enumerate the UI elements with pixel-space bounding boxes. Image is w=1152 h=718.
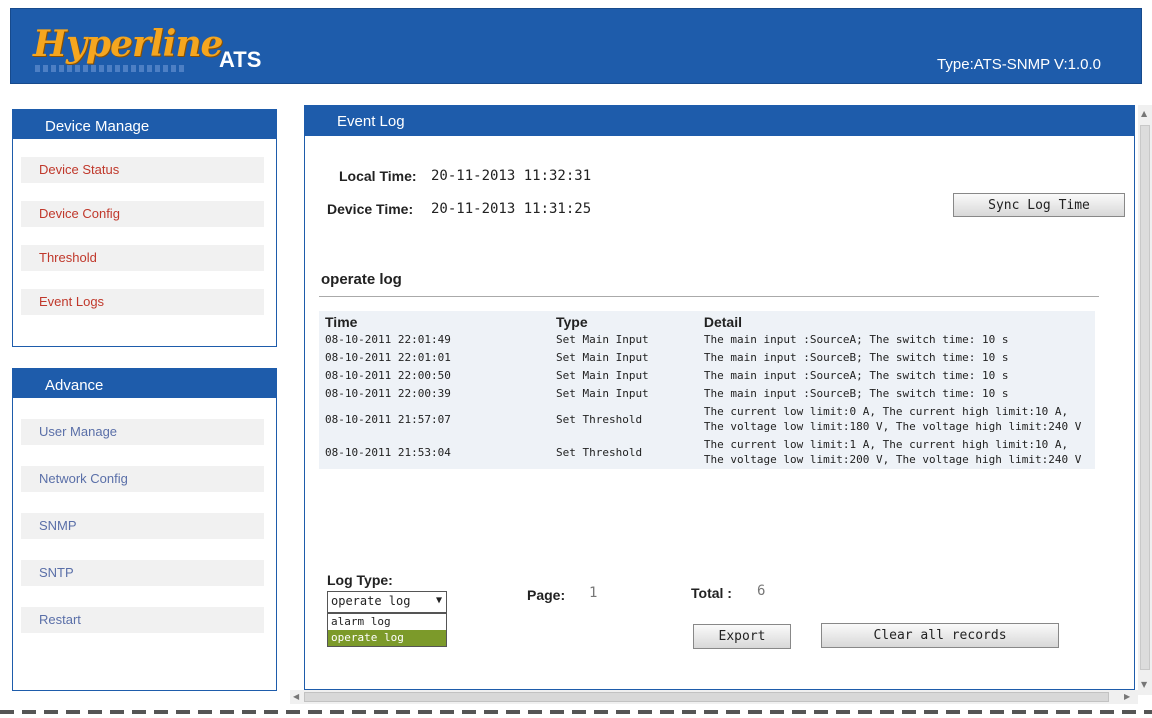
sidebar-item-sntp[interactable]: SNTP <box>21 560 264 586</box>
local-time-label: Local Time: <box>339 168 417 184</box>
local-time-value: 20-11-2013 11:32:31 <box>431 168 592 184</box>
vertical-scroll-thumb[interactable] <box>1140 125 1150 670</box>
row-time: 08-10-2011 22:00:39 <box>325 387 451 400</box>
table-row: 08-10-2011 21:53:04 Set Threshold The cu… <box>319 436 1095 469</box>
header-banner: Hyperline ATS Type:ATS-SNMP V:1.0.0 <box>10 8 1142 84</box>
log-type-option-operate[interactable]: operate log <box>328 630 446 646</box>
scroll-left-icon[interactable]: ◀ <box>293 692 299 701</box>
device-manage-panel: Device Manage Device Status Device Confi… <box>12 109 277 347</box>
row-time: 08-10-2011 22:01:49 <box>325 333 451 346</box>
section-divider <box>319 296 1099 297</box>
log-type-option-alarm[interactable]: alarm log <box>328 614 446 630</box>
row-detail: The current low limit:0 A, The current h… <box>703 405 1082 433</box>
row-type: Set Threshold <box>555 412 643 426</box>
column-header-detail: Detail <box>703 314 742 330</box>
vertical-scrollbar[interactable]: ▲ ▼ <box>1138 105 1152 695</box>
row-type: Set Main Input <box>555 351 649 364</box>
row-detail: The main input :SourceA; The switch time… <box>703 333 1009 346</box>
scroll-up-icon[interactable]: ▲ <box>1141 109 1147 118</box>
event-log-table: Time Type Detail 08-10-2011 22:01:49 Set… <box>319 311 1095 469</box>
column-header-type: Type <box>555 314 588 330</box>
log-type-label: Log Type: <box>327 572 393 588</box>
clear-all-records-button[interactable]: Clear all records <box>821 623 1059 648</box>
page-label: Page: <box>527 587 566 603</box>
scroll-right-icon[interactable]: ▶ <box>1124 692 1130 701</box>
log-type-select[interactable]: operate log ▼ <box>327 591 447 613</box>
table-row: 08-10-2011 22:00:39 Set Main Input The m… <box>319 385 1095 403</box>
brand-logo: Hyperline <box>33 23 223 65</box>
row-time: 08-10-2011 22:00:50 <box>325 369 451 382</box>
horizontal-scroll-thumb[interactable] <box>304 692 1109 702</box>
total-value: 6 <box>757 583 766 599</box>
bottom-dashed-border <box>0 710 1152 714</box>
sidebar-item-device-config[interactable]: Device Config <box>21 201 264 227</box>
table-row: 08-10-2011 22:00:50 Set Main Input The m… <box>319 367 1095 385</box>
horizontal-scrollbar[interactable]: ◀ ▶ <box>290 690 1138 704</box>
device-time-label: Device Time: <box>327 201 414 217</box>
sidebar-item-threshold[interactable]: Threshold <box>21 245 264 271</box>
advance-title: Advance <box>13 369 276 398</box>
device-time-value: 20-11-2013 11:31:25 <box>431 201 592 217</box>
logo-tagline-graphic <box>35 65 185 72</box>
event-log-panel: Event Log Local Time: 20-11-2013 11:32:3… <box>304 105 1135 690</box>
scroll-down-icon[interactable]: ▼ <box>1141 680 1147 689</box>
row-detail: The main input :SourceA; The switch time… <box>703 369 1009 382</box>
table-row: 08-10-2011 21:57:07 Set Threshold The cu… <box>319 403 1095 436</box>
sidebar-item-device-status[interactable]: Device Status <box>21 157 264 183</box>
row-type: Set Main Input <box>555 387 649 400</box>
column-header-time: Time <box>325 314 358 330</box>
sidebar-item-event-logs[interactable]: Event Logs <box>21 289 264 315</box>
row-time: 08-10-2011 21:57:07 <box>325 412 451 426</box>
operate-log-title: operate log <box>321 271 402 288</box>
row-time: 08-10-2011 21:53:04 <box>325 445 451 459</box>
log-type-dropdown: alarm log operate log <box>327 613 447 647</box>
row-time: 08-10-2011 22:01:01 <box>325 351 451 364</box>
chevron-down-icon: ▼ <box>435 595 442 606</box>
row-detail: The main input :SourceB; The switch time… <box>703 387 1009 400</box>
event-log-title: Event Log <box>305 106 1134 136</box>
advance-panel: Advance User Manage Network Config SNMP … <box>12 368 277 691</box>
table-row: 08-10-2011 22:01:01 Set Main Input The m… <box>319 349 1095 367</box>
log-type-selected: operate log <box>331 594 411 608</box>
table-row: 08-10-2011 22:01:49 Set Main Input The m… <box>319 331 1095 349</box>
page-value: 1 <box>589 585 598 601</box>
device-manage-title: Device Manage <box>13 110 276 139</box>
version-label: Type:ATS-SNMP V:1.0.0 <box>937 56 1101 73</box>
sidebar-item-network-config[interactable]: Network Config <box>21 466 264 492</box>
product-name: ATS <box>219 47 262 72</box>
export-button[interactable]: Export <box>693 624 791 649</box>
sidebar-item-restart[interactable]: Restart <box>21 607 264 633</box>
row-type: Set Threshold <box>555 445 643 459</box>
sidebar-item-user-manage[interactable]: User Manage <box>21 419 264 445</box>
total-label: Total : <box>691 585 732 601</box>
row-type: Set Main Input <box>555 369 649 382</box>
sync-log-time-button[interactable]: Sync Log Time <box>953 193 1125 217</box>
row-detail: The current low limit:1 A, The current h… <box>703 438 1082 466</box>
row-type: Set Main Input <box>555 333 649 346</box>
sidebar-item-snmp[interactable]: SNMP <box>21 513 264 539</box>
row-detail: The main input :SourceB; The switch time… <box>703 351 1009 364</box>
